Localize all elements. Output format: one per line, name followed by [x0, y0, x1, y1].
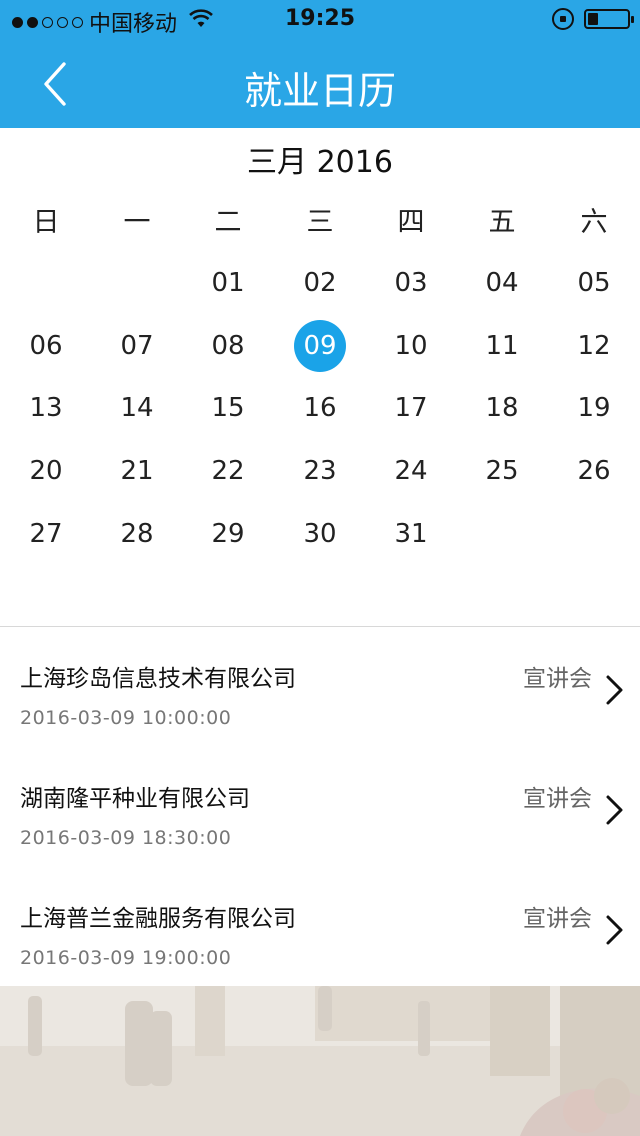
calendar-day[interactable]: 17 — [381, 386, 441, 430]
chevron-right-icon — [606, 915, 623, 945]
event-item[interactable]: 上海普兰金融服务有限公司 宣讲会 2016-03-09 19:00:00 — [0, 867, 640, 988]
event-item[interactable]: 湖南隆平种业有限公司 宣讲会 2016-03-09 18:30:00 — [0, 747, 640, 868]
calendar-day[interactable]: 18 — [472, 386, 532, 430]
event-datetime: 2016-03-09 19:00:00 — [20, 947, 232, 969]
event-type: 宣讲会 — [523, 786, 592, 812]
status-bar: 中国移动 19:25 — [0, 0, 640, 40]
calendar-day[interactable]: 13 — [16, 386, 76, 430]
event-datetime: 2016-03-09 18:30:00 — [20, 827, 232, 849]
calendar-day[interactable]: 04 — [472, 261, 532, 305]
weekday-label: 五 — [488, 207, 516, 238]
calendar-day[interactable]: 21 — [107, 449, 167, 493]
weekday-label: 六 — [580, 207, 608, 238]
calendar-day[interactable]: 24 — [381, 449, 441, 493]
event-type: 宣讲会 — [523, 906, 592, 932]
orientation-lock-icon — [552, 8, 574, 30]
calendar-day[interactable]: 25 — [472, 449, 532, 493]
event-datetime: 2016-03-09 10:00:00 — [20, 707, 232, 729]
calendar-day[interactable]: 11 — [472, 324, 532, 368]
page-title: 就业日历 — [243, 69, 396, 113]
event-company: 上海珍岛信息技术有限公司 — [20, 666, 296, 692]
chevron-right-icon — [606, 675, 623, 705]
weekday-label: 一 — [123, 207, 151, 238]
weekday-label: 三 — [306, 207, 334, 238]
weekday-label: 四 — [397, 207, 425, 238]
event-item[interactable]: 上海珍岛信息技术有限公司 宣讲会 2016-03-09 10:00:00 — [0, 627, 640, 748]
calendar-day[interactable]: 19 — [564, 386, 624, 430]
calendar-day[interactable]: 05 — [564, 261, 624, 305]
calendar-day[interactable]: 27 — [16, 512, 76, 556]
weekday-label: 日 — [32, 207, 60, 238]
calendar-day[interactable]: 08 — [198, 324, 258, 368]
weekday-label: 二 — [214, 207, 242, 238]
calendar-day[interactable]: 15 — [198, 386, 258, 430]
status-right — [552, 8, 634, 30]
calendar-day[interactable]: 30 — [290, 512, 350, 556]
status-time: 19:25 — [284, 6, 356, 31]
calendar-day[interactable]: 03 — [381, 261, 441, 305]
calendar-day[interactable]: 29 — [198, 512, 258, 556]
calendar-day[interactable]: 07 — [107, 324, 167, 368]
calendar-day[interactable]: 01 — [198, 261, 258, 305]
calendar-day[interactable]: 26 — [564, 449, 624, 493]
weekday-header: 日 一 二 三 四 五 六 — [0, 200, 640, 240]
calendar-day[interactable]: 14 — [107, 386, 167, 430]
calendar-day-selected[interactable]: 09 — [294, 320, 346, 372]
calendar-day[interactable]: 12 — [564, 324, 624, 368]
nav-bar: 就业日历 — [0, 40, 640, 128]
battery-icon — [584, 9, 634, 29]
calendar-day[interactable]: 20 — [16, 449, 76, 493]
calendar-day[interactable]: 16 — [290, 386, 350, 430]
calendar-day[interactable]: 28 — [107, 512, 167, 556]
calendar-day[interactable]: 10 — [381, 324, 441, 368]
calendar-day[interactable]: 02 — [290, 261, 350, 305]
background-photo — [0, 986, 640, 1136]
event-company: 上海普兰金融服务有限公司 — [20, 906, 296, 932]
calendar-day[interactable]: 23 — [290, 449, 350, 493]
calendar-day[interactable]: 31 — [381, 512, 441, 556]
calendar-day[interactable]: 06 — [16, 324, 76, 368]
event-type: 宣讲会 — [523, 666, 592, 692]
chevron-right-icon — [606, 795, 623, 825]
calendar-month-label: 三月 2016 — [247, 145, 393, 180]
event-company: 湖南隆平种业有限公司 — [20, 786, 250, 812]
calendar-day[interactable]: 22 — [198, 449, 258, 493]
